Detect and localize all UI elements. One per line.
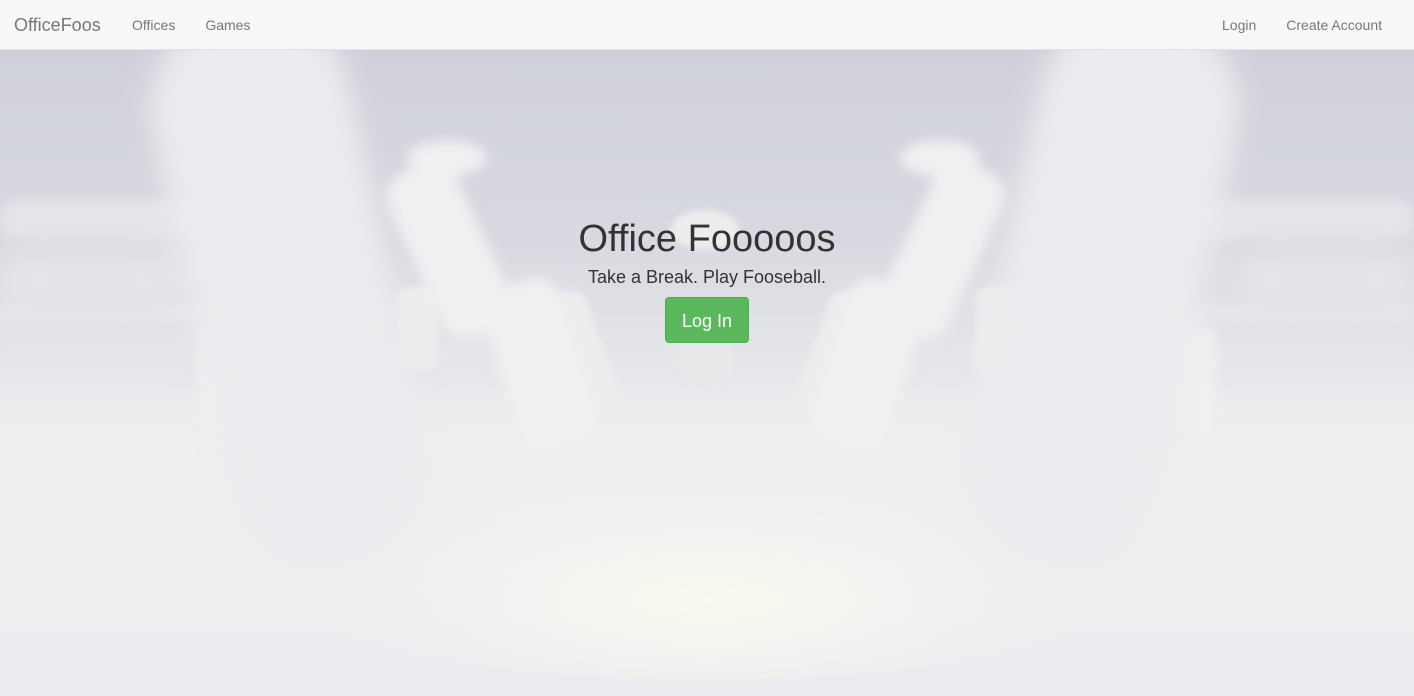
nav-right-group: Login Create Account [1207,0,1397,50]
hero-section: Office Fooooos Take a Break. Play Fooseb… [0,50,1414,696]
foosball-background-image [0,50,1414,696]
nav-link-login[interactable]: Login [1207,0,1271,50]
hero-login-button[interactable]: Log In [664,297,750,343]
hero-subtitle: Take a Break. Play Fooseball. [587,267,827,287]
nav-left-group: Offices Games [117,0,265,50]
nav-link-create-account[interactable]: Create Account [1271,0,1397,50]
nav-link-offices[interactable]: Offices [117,0,190,50]
hero-title: Office Fooooos [578,218,836,260]
top-navbar: OfficeFoos Offices Games Login Create Ac… [0,0,1414,50]
hero-content: Office Fooooos Take a Break. Play Fooseb… [0,216,1414,343]
nav-link-games[interactable]: Games [190,0,265,50]
brand-link[interactable]: OfficeFoos [14,0,101,50]
